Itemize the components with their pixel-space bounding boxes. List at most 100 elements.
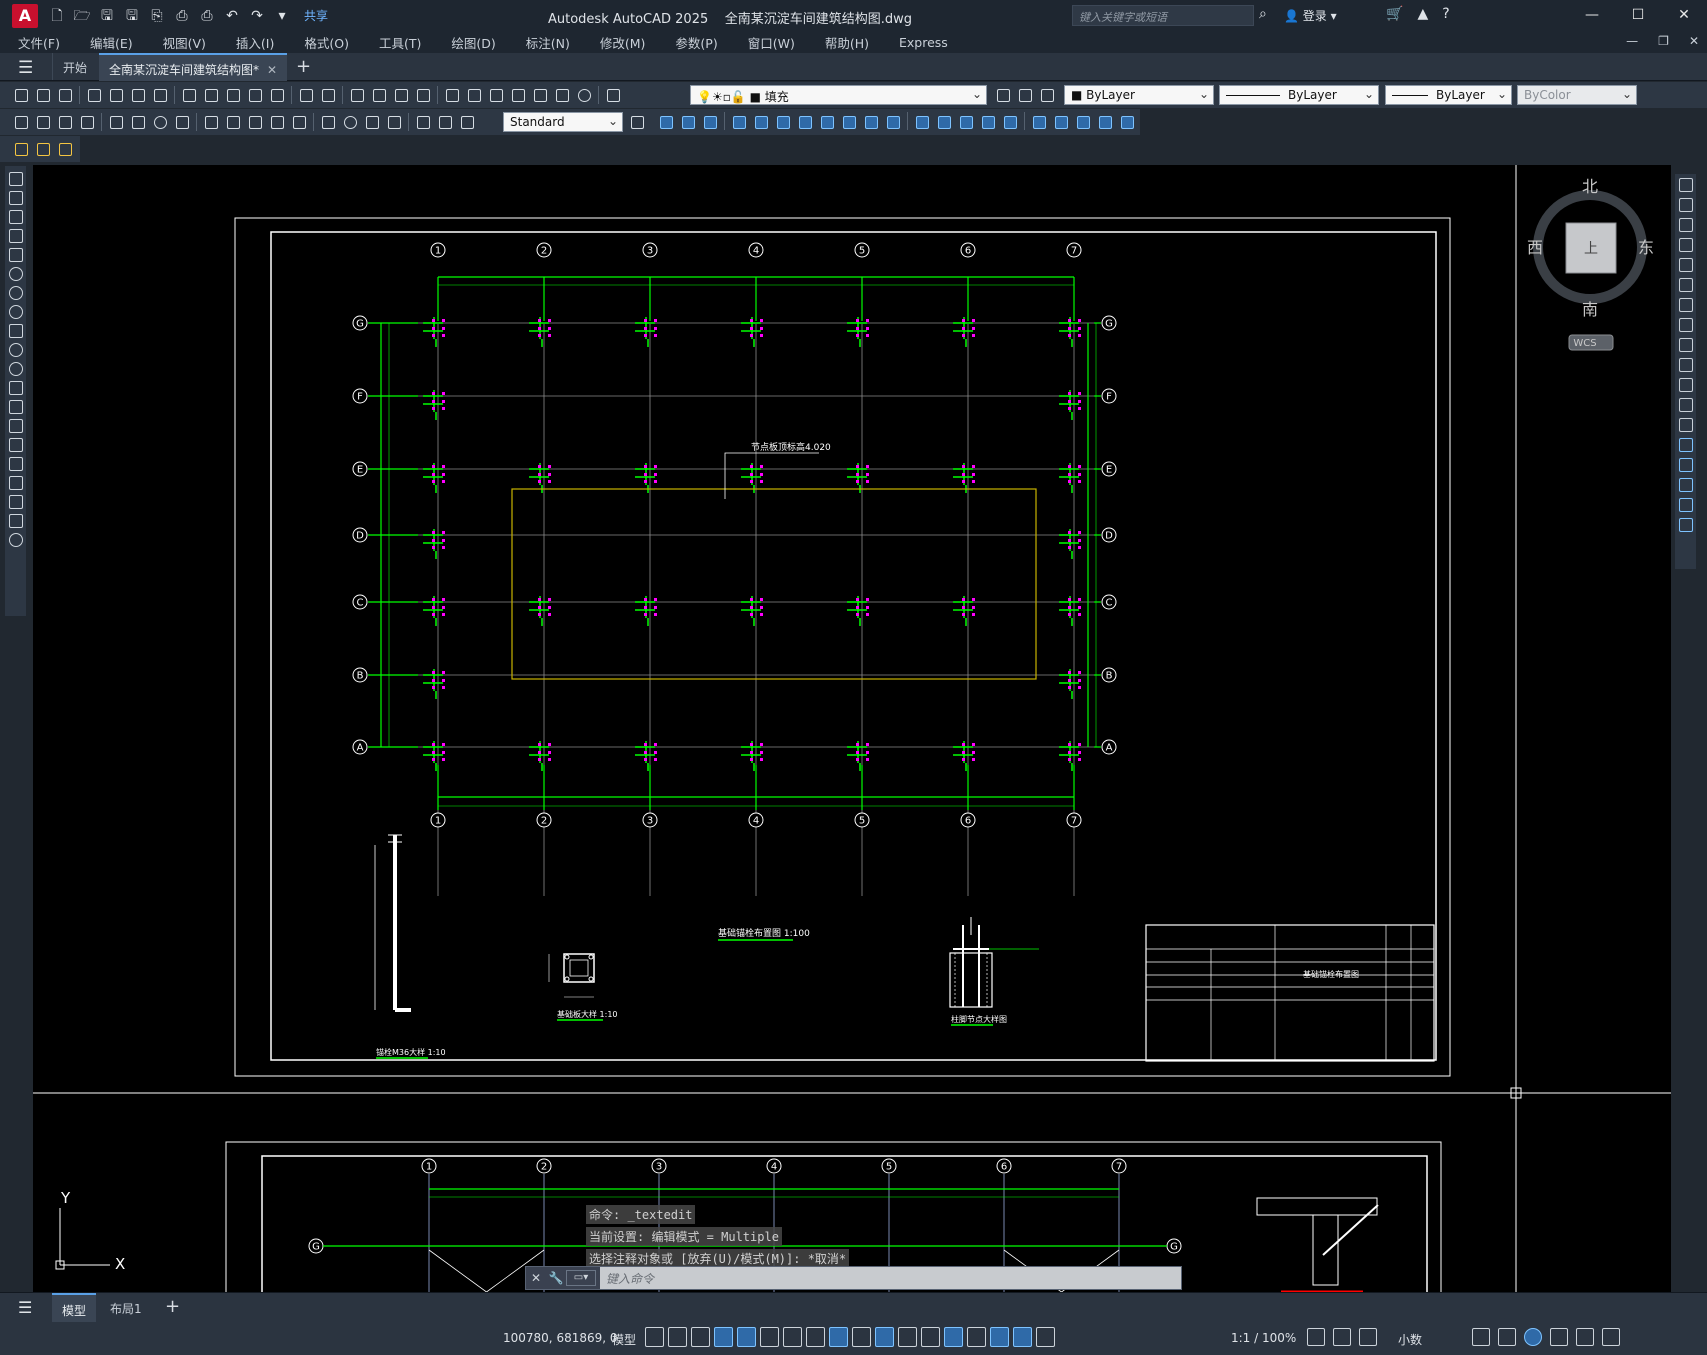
dim-space-icon[interactable] xyxy=(267,112,287,132)
plot-preview-icon[interactable] xyxy=(106,85,126,105)
polyline-icon[interactable] xyxy=(8,210,23,224)
zoom-realtime-icon[interactable] xyxy=(369,85,389,105)
polar-tracking-icon[interactable] xyxy=(760,1327,779,1347)
undo-icon[interactable]: ↶ xyxy=(223,7,241,25)
blend-side-icon[interactable] xyxy=(1678,498,1693,512)
export-icon[interactable]: ⎘ xyxy=(148,7,166,25)
ellipse-icon[interactable] xyxy=(8,343,23,357)
snap-toggle-icon[interactable] xyxy=(668,1327,687,1347)
drawing-canvas[interactable]: 1 1 2 2 3 3 4 4 5 5 6 6 7 7 G G F F E E D D C C B B A A 1 2 3 4 5 6 7 G G 节… xyxy=(33,165,1671,1292)
break-point-side-icon[interactable] xyxy=(1678,398,1693,412)
array-side-icon[interactable] xyxy=(1678,258,1693,272)
lock-ui-icon[interactable] xyxy=(1498,1328,1516,1346)
autodesk-account-icon[interactable]: ▲ xyxy=(1417,6,1428,22)
mirror-icon[interactable] xyxy=(729,112,749,132)
menu-view[interactable]: 视图(V) xyxy=(145,33,218,52)
doc-minimize-button[interactable]: — xyxy=(1626,34,1638,48)
object-snap-tracking-icon[interactable] xyxy=(806,1327,825,1347)
menu-insert[interactable]: 插入(I) xyxy=(218,33,286,52)
menu-window[interactable]: 窗口(W) xyxy=(730,33,807,52)
ortho-toggle-icon[interactable] xyxy=(737,1327,756,1347)
annotation-scale[interactable]: 1:1 / 100% xyxy=(1231,1331,1296,1345)
jogged-linear-icon[interactable] xyxy=(384,112,404,132)
line-icon[interactable] xyxy=(8,172,23,186)
login-button[interactable]: 👤 登录 ▾ xyxy=(1284,7,1337,24)
layout-list-icon[interactable]: ☰ xyxy=(18,1298,32,1317)
layer-properties-icon[interactable] xyxy=(603,85,623,105)
angular-dim-icon[interactable] xyxy=(172,112,192,132)
dim-edit-icon[interactable] xyxy=(413,112,433,132)
new-tab-icon[interactable]: + xyxy=(296,56,311,77)
zoom-previous-icon[interactable] xyxy=(413,85,433,105)
gradient-icon[interactable] xyxy=(8,457,23,471)
offset-side-icon[interactable] xyxy=(1678,238,1693,252)
circle-icon[interactable] xyxy=(8,286,23,300)
new-layout-icon[interactable]: + xyxy=(165,1296,180,1317)
redo-toolbar-icon[interactable] xyxy=(318,85,338,105)
extend-icon[interactable] xyxy=(883,112,903,132)
center-mark-icon[interactable] xyxy=(340,112,360,132)
sheet-set-icon[interactable] xyxy=(508,85,528,105)
dynamic-ucs-icon[interactable] xyxy=(944,1327,963,1347)
dim-text-edit-icon[interactable] xyxy=(435,112,455,132)
command-close-icon[interactable]: ✕ xyxy=(526,1271,546,1285)
annotation-visibility-icon[interactable] xyxy=(1013,1327,1032,1347)
zoom-window-icon[interactable] xyxy=(391,85,411,105)
new-file-icon[interactable]: 🗋 xyxy=(48,7,66,25)
color-dropdown[interactable]: ■ ByLayer ⌄ xyxy=(1064,85,1214,105)
layer-state-icon[interactable] xyxy=(1037,85,1057,105)
spline-icon[interactable] xyxy=(8,324,23,338)
menu-dimension[interactable]: 标注(N) xyxy=(508,33,582,52)
break-icon[interactable] xyxy=(912,112,932,132)
menu-edit[interactable]: 编辑(E) xyxy=(72,33,145,52)
share-button[interactable]: 共享 xyxy=(304,7,328,24)
clean-screen-icon[interactable] xyxy=(1576,1328,1594,1346)
array-icon[interactable] xyxy=(773,112,793,132)
viewcube[interactable]: 上 北 南 东 西 WCS xyxy=(1527,177,1654,351)
arc-icon[interactable] xyxy=(8,267,23,281)
infer-constraints-icon[interactable] xyxy=(691,1327,710,1347)
fillet-icon[interactable] xyxy=(978,112,998,132)
save-toolbar-icon[interactable] xyxy=(55,85,75,105)
transparency-icon[interactable] xyxy=(875,1327,894,1347)
layer-dropdown[interactable]: 💡☀▫🔓 ■ 填充 ⌄ xyxy=(690,85,987,105)
mirror-side-icon[interactable] xyxy=(1678,218,1693,232)
publish-icon[interactable]: ⎙ xyxy=(173,7,191,25)
graphics-performance-icon[interactable] xyxy=(1550,1328,1568,1346)
save-icon[interactable]: 🖫 xyxy=(98,7,116,25)
chamfer-icon[interactable] xyxy=(956,112,976,132)
selection-cycling-icon[interactable] xyxy=(898,1327,917,1347)
add-selected-icon[interactable] xyxy=(8,533,23,547)
command-customize-icon[interactable]: 🔧 xyxy=(546,1271,566,1285)
quick-properties-icon[interactable] xyxy=(1472,1328,1490,1346)
maximize-button[interactable]: ☐ xyxy=(1615,0,1661,31)
quickcalc-icon[interactable] xyxy=(552,85,572,105)
tab-close-icon[interactable]: ✕ xyxy=(267,63,277,77)
inspect-icon[interactable] xyxy=(362,112,382,132)
menu-draw[interactable]: 绘图(D) xyxy=(433,33,507,52)
dynamic-input-icon[interactable] xyxy=(714,1327,733,1347)
extend-side-icon[interactable] xyxy=(1678,378,1693,392)
block-editor-icon[interactable] xyxy=(267,85,287,105)
radius-dim-icon[interactable] xyxy=(106,112,126,132)
menu-format[interactable]: 格式(O) xyxy=(286,33,361,52)
help-icon[interactable]: ? xyxy=(1442,6,1449,22)
revision-cloud-icon[interactable] xyxy=(8,305,23,319)
plotstyle-dropdown[interactable]: ByColor ⌄ xyxy=(1517,85,1637,105)
viewcube-west[interactable]: 西 xyxy=(1527,238,1543,257)
copy-side-icon[interactable] xyxy=(1678,198,1693,212)
coordinate-readout[interactable]: 100780, 681869, 0 xyxy=(503,1331,618,1345)
lineweight-display-icon[interactable] xyxy=(852,1327,871,1347)
group-edit-icon[interactable] xyxy=(1073,112,1093,132)
offset-icon[interactable] xyxy=(751,112,771,132)
table-icon[interactable] xyxy=(8,495,23,509)
doc-close-button[interactable]: ✕ xyxy=(1689,34,1699,48)
point-icon[interactable] xyxy=(8,419,23,433)
recent-commands-icon[interactable]: ▭▾ xyxy=(566,1270,596,1286)
dim-style-manager-icon[interactable] xyxy=(627,112,647,132)
erase-icon[interactable] xyxy=(795,112,815,132)
open-file-icon[interactable]: 🗁 xyxy=(73,7,91,25)
print-icon[interactable]: ⎙ xyxy=(198,7,216,25)
design-center-icon[interactable] xyxy=(464,85,484,105)
copy-object-icon[interactable] xyxy=(678,112,698,132)
